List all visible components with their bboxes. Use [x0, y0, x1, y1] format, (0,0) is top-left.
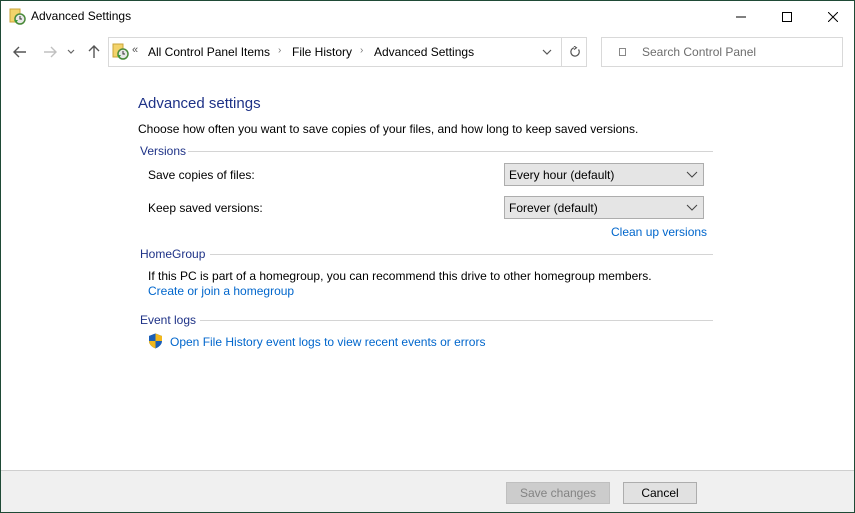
event-logs-divider: [200, 320, 713, 321]
save-copies-value: Every hour (default): [509, 168, 615, 182]
clean-up-versions-link[interactable]: Clean up versions: [611, 225, 707, 239]
forward-arrow-icon: [44, 46, 57, 58]
address-dropdown-button[interactable]: [534, 38, 560, 66]
up-arrow-icon: [88, 45, 100, 58]
footer-bar: Save changes Cancel: [1, 470, 854, 512]
keep-versions-select[interactable]: Forever (default): [504, 196, 704, 219]
maximize-button[interactable]: [764, 1, 810, 32]
create-join-homegroup-link[interactable]: Create or join a homegroup: [148, 284, 294, 298]
file-history-icon: [112, 43, 129, 60]
uac-shield-icon: [149, 333, 162, 349]
breadcrumb-all-control-panel-items[interactable]: All Control Panel Items: [148, 45, 270, 59]
save-copies-label: Save copies of files:: [148, 168, 255, 182]
event-logs-heading: Event logs: [140, 313, 197, 327]
breadcrumb-file-history[interactable]: File History: [292, 45, 352, 59]
close-icon: [828, 11, 838, 22]
cancel-button[interactable]: Cancel: [623, 482, 697, 504]
refresh-button[interactable]: [561, 38, 587, 66]
keep-versions-label: Keep saved versions:: [148, 201, 263, 215]
close-button[interactable]: [810, 1, 855, 32]
chevron-down-icon: [686, 171, 698, 178]
back-arrow-icon: [13, 46, 26, 58]
refresh-icon: [569, 46, 580, 57]
chevron-down-icon: [686, 204, 698, 211]
breadcrumb-advanced-settings[interactable]: Advanced Settings: [374, 45, 474, 59]
versions-heading: Versions: [140, 144, 187, 158]
search-box[interactable]: Search Control Panel: [601, 37, 843, 67]
search-placeholder: Search Control Panel: [642, 45, 757, 59]
advanced-settings-window: Advanced Settings « All Control Panel It…: [0, 0, 855, 513]
breadcrumb-separator[interactable]: ›: [360, 45, 363, 56]
chevron-down-icon: [67, 49, 75, 54]
page-title: Advanced settings: [138, 95, 261, 112]
breadcrumb-separator[interactable]: ›: [278, 45, 281, 56]
homegroup-heading: HomeGroup: [140, 247, 206, 261]
overflow-chevron[interactable]: «: [132, 44, 138, 56]
save-copies-select[interactable]: Every hour (default): [504, 163, 704, 186]
back-button[interactable]: [9, 41, 31, 63]
save-changes-button[interactable]: Save changes: [506, 482, 610, 504]
up-button[interactable]: [83, 41, 105, 63]
homegroup-divider: [210, 254, 713, 255]
minimize-button[interactable]: [718, 1, 764, 32]
minimize-icon: [736, 16, 746, 17]
maximize-icon: [782, 11, 792, 22]
open-event-logs-link[interactable]: Open File History event logs to view rec…: [170, 335, 485, 349]
chevron-down-icon: [542, 49, 552, 55]
file-history-icon: [9, 8, 26, 25]
versions-divider: [188, 151, 713, 152]
recent-locations-button[interactable]: [64, 41, 78, 63]
keep-versions-value: Forever (default): [509, 201, 598, 215]
homegroup-text: If this PC is part of a homegroup, you c…: [148, 269, 652, 283]
search-icon: [619, 48, 626, 56]
page-description: Choose how often you want to save copies…: [138, 122, 639, 136]
forward-button[interactable]: [39, 41, 61, 63]
window-title: Advanced Settings: [31, 9, 132, 23]
title-bar[interactable]: Advanced Settings: [1, 1, 854, 32]
address-bar[interactable]: « All Control Panel Items › File History…: [108, 37, 587, 67]
